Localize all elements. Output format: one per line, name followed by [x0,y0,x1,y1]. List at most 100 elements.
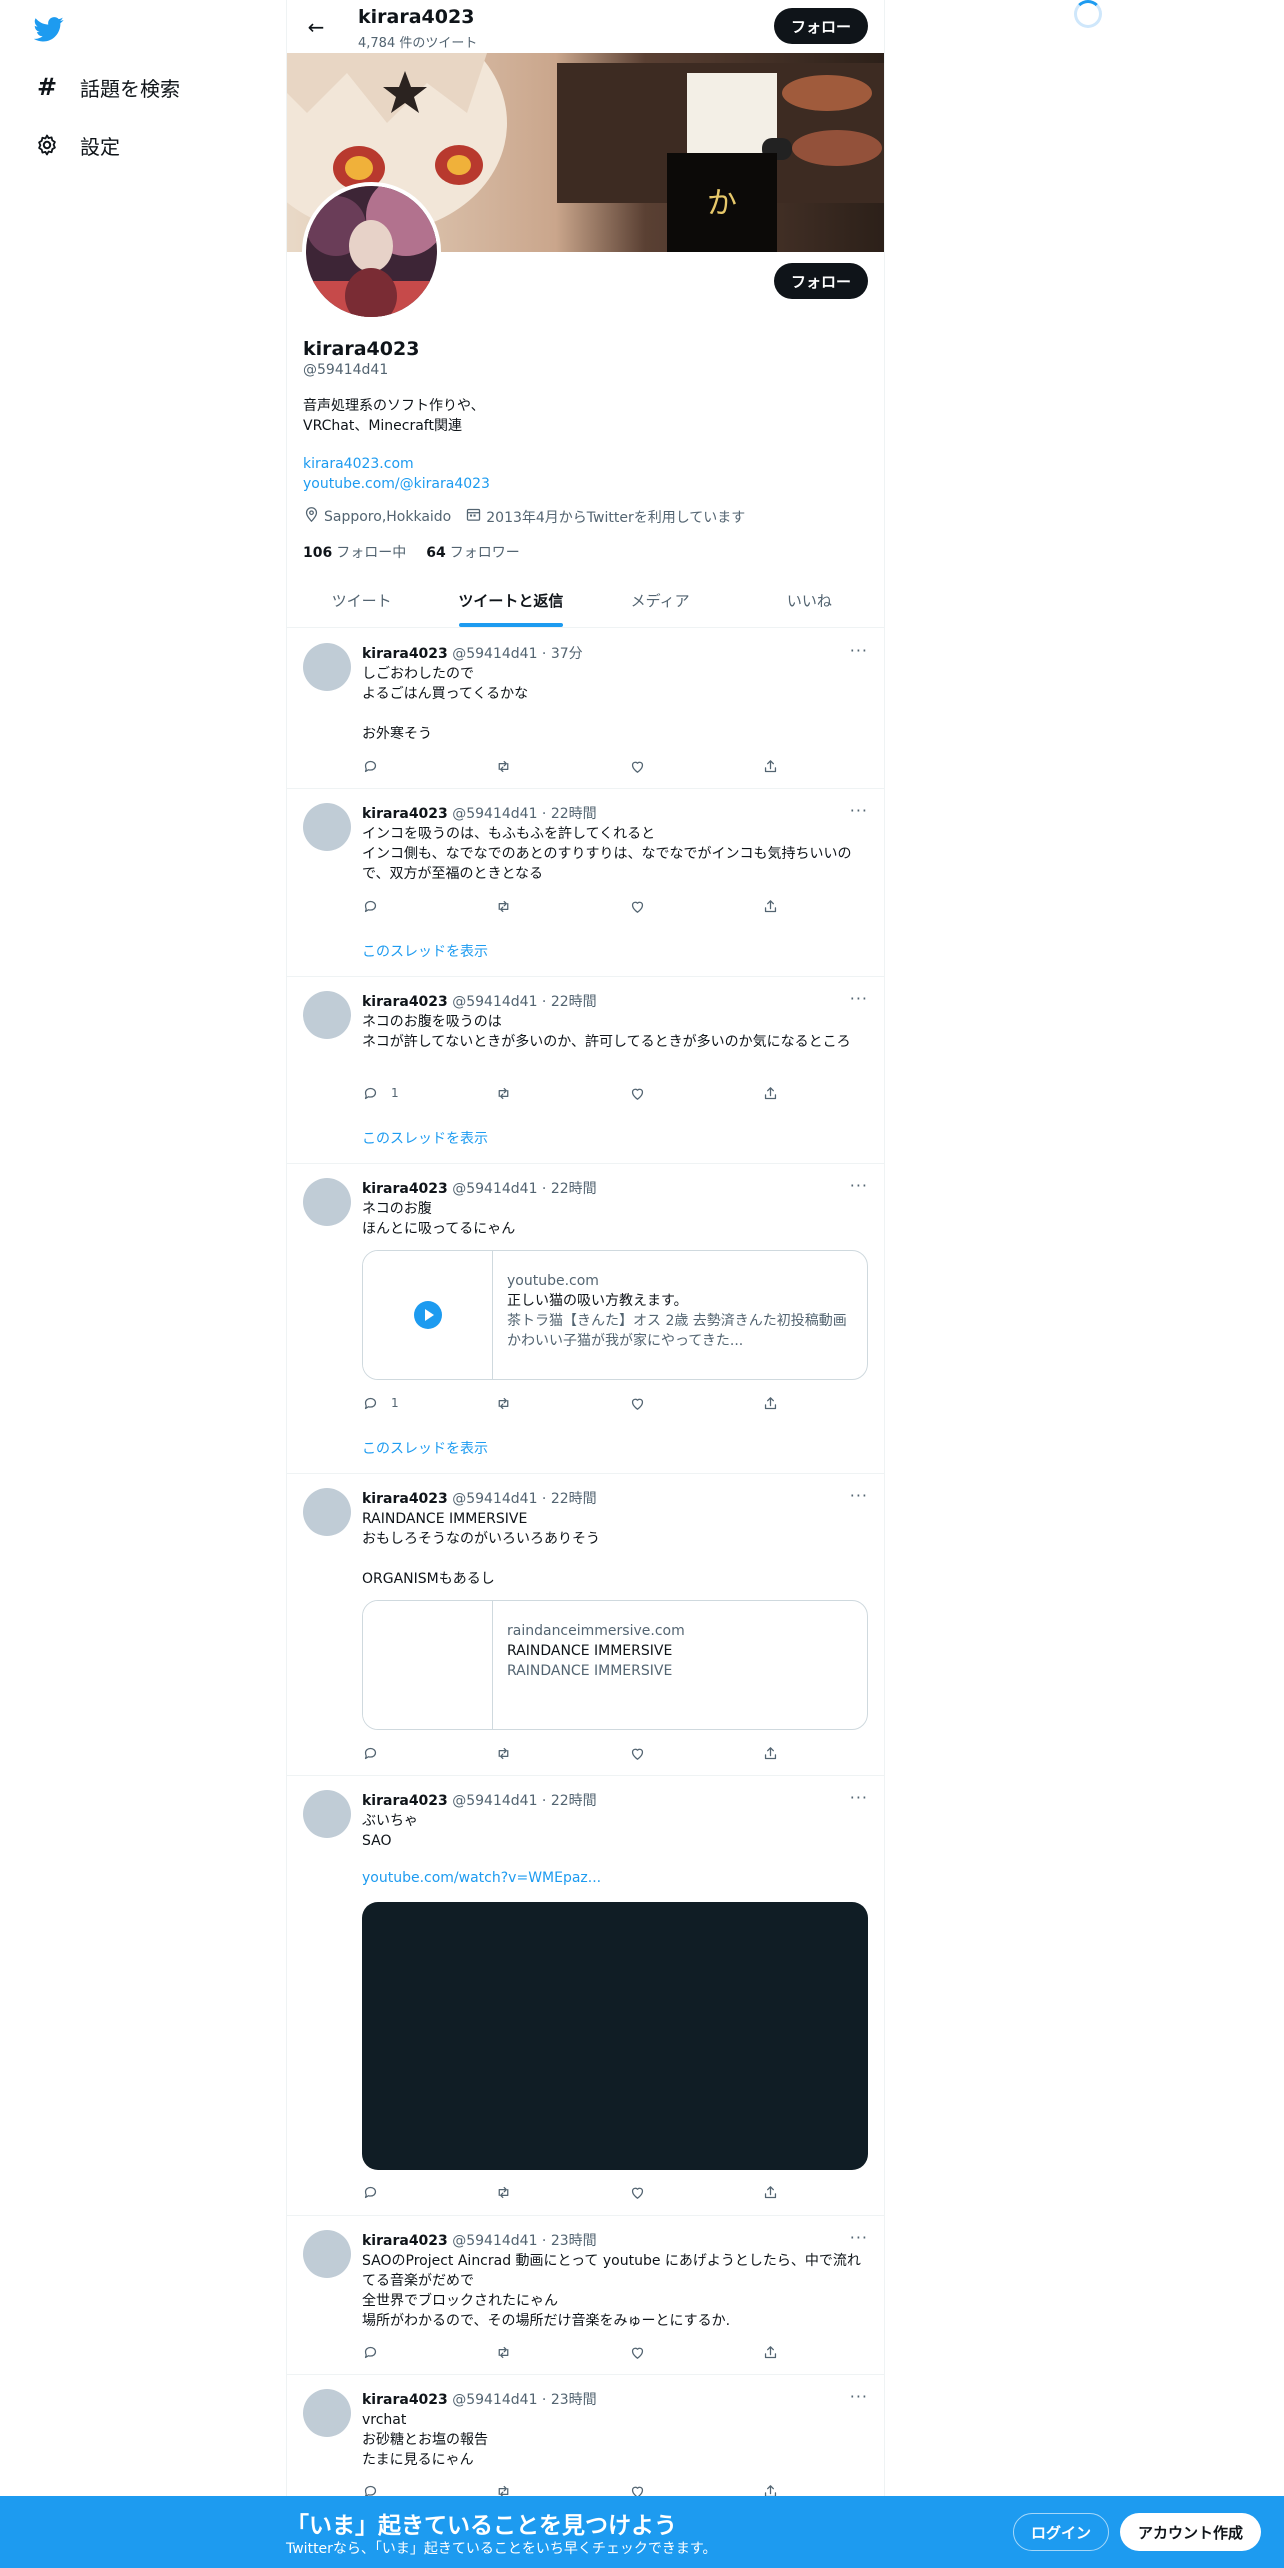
tweet[interactable]: kirara4023 @59414d41 · 22時間 ··· ぶいちゃ SAO… [287,1776,884,2216]
like-button[interactable] [629,2342,762,2362]
profile-meta: Sapporo,Hokkaido 2013年4月からTwitterを利用していま… [303,506,759,527]
retweet-button[interactable] [495,756,628,776]
retweet-button[interactable] [495,1393,628,1413]
retweet-button[interactable] [495,2182,628,2202]
bio-line: VRChat、Minecraft関連 [303,418,462,434]
profile-follow-button[interactable]: フォロー [774,263,868,299]
tweet-author-name[interactable]: kirara4023 [362,1793,448,1809]
link-card[interactable]: youtube.com 正しい猫の吸い方教えます。 茶トラ猫【きんた】オス 2歳… [362,1250,868,1380]
reply-button[interactable] [362,756,495,776]
reply-button[interactable] [362,2342,495,2362]
tweet-avatar[interactable] [303,1178,351,1226]
more-options-icon[interactable]: ··· [850,801,868,820]
retweet-button[interactable] [495,1083,628,1103]
share-button[interactable] [762,1393,782,1413]
profile-joined: 2013年4月からTwitterを利用しています [465,506,745,527]
tweet[interactable]: kirara4023 @59414d41 · 22時間 ··· インコを吸うのは… [287,789,884,977]
nav-settings[interactable]: 設定 [34,125,120,165]
more-options-icon[interactable]: ··· [850,989,868,1008]
login-button[interactable]: ログイン [1013,2513,1109,2551]
retweet-button[interactable] [495,1743,628,1763]
following-link[interactable]: 106 フォロー中 [303,542,406,562]
card-description: 茶トラ猫【きんた】オス 2歳 去勢済きんた初投稿動画かわいい子猫が我が家にやって… [507,1313,847,1349]
reply-button[interactable] [362,2182,495,2202]
back-arrow-icon[interactable]: ← [301,12,331,42]
more-options-icon[interactable]: ··· [850,641,868,660]
tweet-author-name[interactable]: kirara4023 [362,1491,448,1507]
show-thread-link[interactable]: このスレッドを表示 [362,1438,488,1458]
profile-avatar[interactable] [302,182,441,321]
share-button[interactable] [762,896,782,916]
like-button[interactable] [629,1743,762,1763]
tweet[interactable]: kirara4023 @59414d41 · 22時間 ··· RAINDANC… [287,1474,884,1776]
twitter-bird-icon[interactable] [33,14,64,44]
reply-button[interactable] [362,896,495,916]
tweet-avatar[interactable] [303,2389,351,2437]
like-button[interactable] [629,1393,762,1413]
share-button[interactable] [762,2182,782,2202]
card-domain: youtube.com [507,1273,599,1289]
play-icon [413,1301,442,1329]
tweet-avatar[interactable] [303,643,351,691]
share-button[interactable] [762,1743,782,1763]
share-button[interactable] [762,1083,782,1103]
tweet-handle-time: @59414d41 · 22時間 [452,1793,597,1809]
card-thumbnail [363,1251,493,1379]
tweet-author-name[interactable]: kirara4023 [362,2233,448,2249]
tab-tweets-and-replies[interactable]: ツイートと返信 [436,574,585,627]
share-icon [764,1396,777,1409]
retweet-button[interactable] [495,2342,628,2362]
show-thread-link[interactable]: このスレッドを表示 [362,941,488,961]
more-options-icon[interactable]: ··· [850,1176,868,1195]
reply-button[interactable]: 1 [362,1393,495,1413]
reply-button[interactable] [362,1743,495,1763]
show-thread-link[interactable]: このスレッドを表示 [362,1128,488,1148]
tweet-header: kirara4023 @59414d41 · 23時間 [362,2230,597,2250]
tweet-text: インコを吸うのは、もふもふを許してくれると インコ側も、なでなでのあとのすりすり… [362,826,852,882]
more-options-icon[interactable]: ··· [850,2387,868,2406]
nav-explore[interactable]: # 話題を検索 [34,67,180,107]
profile-link-website[interactable]: kirara4023.com [303,456,414,472]
create-account-button[interactable]: アカウント作成 [1120,2513,1261,2551]
reply-button[interactable]: 1 [362,1083,495,1103]
tweet-author-name[interactable]: kirara4023 [362,1181,448,1197]
retweet-button[interactable] [495,896,628,916]
followers-link[interactable]: 64 フォロワー [426,542,519,562]
tab-tweets[interactable]: ツイート [287,574,436,627]
like-button[interactable] [629,756,762,776]
header-follow-button[interactable]: フォロー [774,8,868,44]
tweet-actions [362,756,782,776]
like-button[interactable] [629,896,762,916]
tweet-avatar[interactable] [303,2230,351,2278]
more-options-icon[interactable]: ··· [850,2228,868,2247]
like-button[interactable] [629,1083,762,1103]
tweet-avatar[interactable] [303,803,351,851]
heart-icon [631,1088,643,1100]
share-button[interactable] [762,756,782,776]
tweet[interactable]: kirara4023 @59414d41 · 22時間 ··· ネコのお腹を吸う… [287,977,884,1164]
following-count: 106 [303,545,333,561]
tweet-text: ネコのお腹 ほんとに吸ってるにゃん [362,1201,516,1237]
tab-media[interactable]: メディア [586,574,735,627]
tweet-actions [362,2182,782,2202]
more-options-icon[interactable]: ··· [850,1788,868,1807]
tweet[interactable]: kirara4023 @59414d41 · 37分 ··· しごおわしたので … [287,629,884,789]
tab-likes[interactable]: いいね [735,574,884,627]
like-button[interactable] [629,2182,762,2202]
tweet-avatar[interactable] [303,1790,351,1838]
video-embed[interactable] [362,1902,868,2170]
tweet-avatar[interactable] [303,1488,351,1536]
share-button[interactable] [762,2342,782,2362]
tweet[interactable]: kirara4023 @59414d41 · 22時間 ··· ネコのお腹 ほん… [287,1164,884,1474]
tweet-avatar[interactable] [303,991,351,1039]
tweet-author-name[interactable]: kirara4023 [362,994,448,1010]
tweet-link[interactable]: youtube.com/watch?v=WMEpaz... [362,1870,601,1886]
tweet-author-name[interactable]: kirara4023 [362,806,448,822]
header-tweet-count: 4,784 件のツイート [358,36,478,51]
more-options-icon[interactable]: ··· [850,1486,868,1505]
profile-link-youtube[interactable]: youtube.com/@kirara4023 [303,476,490,492]
tweet[interactable]: kirara4023 @59414d41 · 23時間 ··· SAOのProj… [287,2216,884,2375]
link-card[interactable]: raindanceimmersive.com RAINDANCE IMMERSI… [362,1600,868,1730]
tweet-author-name[interactable]: kirara4023 [362,2392,448,2408]
tweet-author-name[interactable]: kirara4023 [362,646,448,662]
